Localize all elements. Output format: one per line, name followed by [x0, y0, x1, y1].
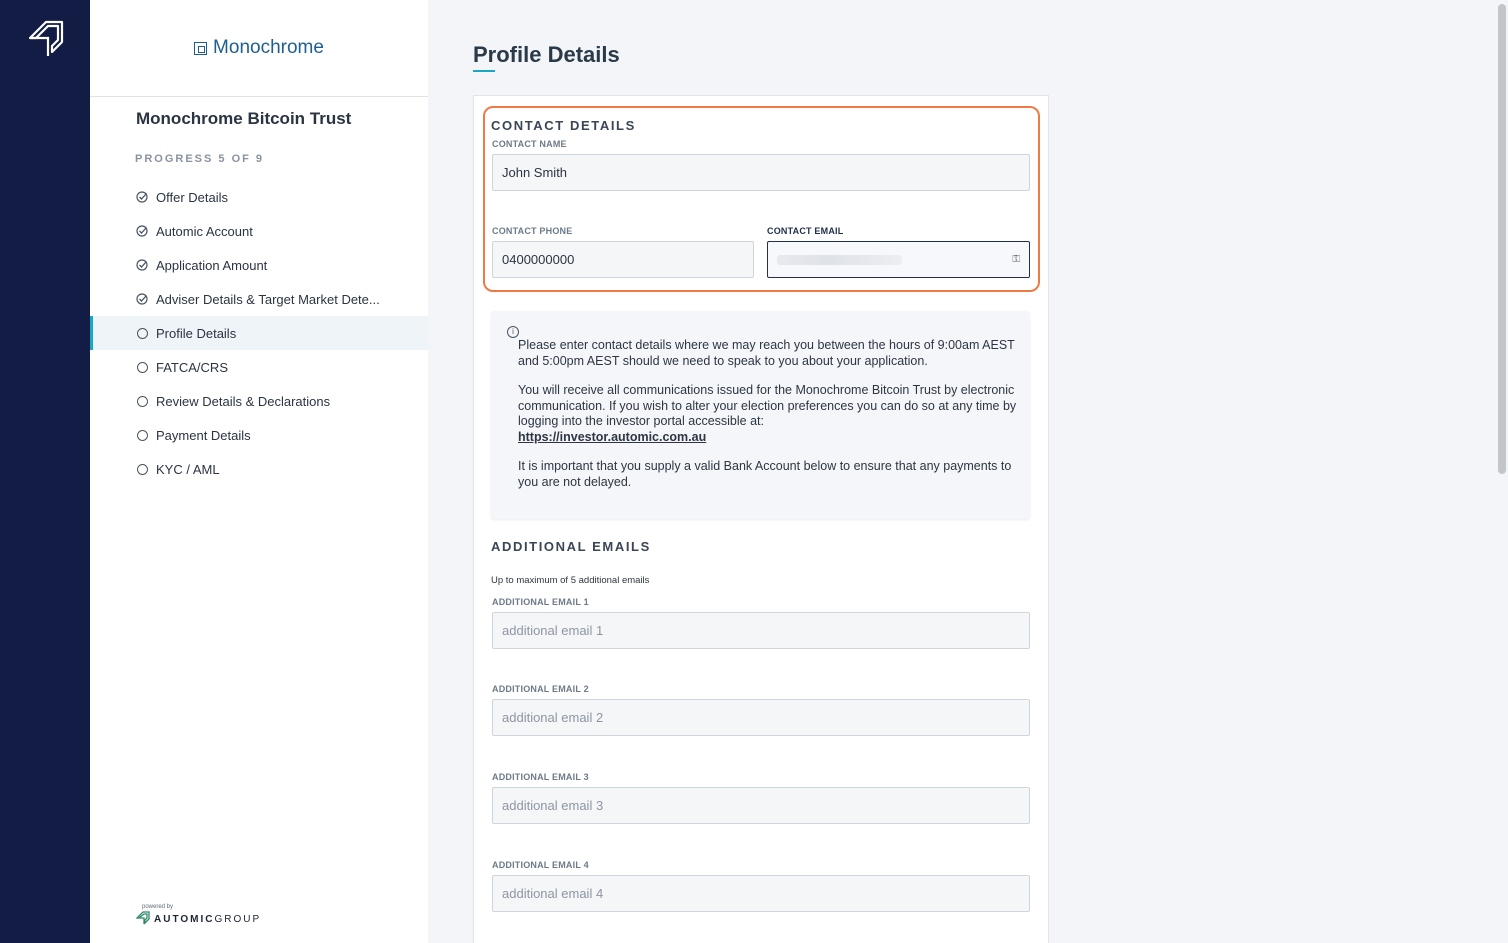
check-circle-icon	[136, 191, 148, 203]
step-adviser-details[interactable]: Adviser Details & Target Market Dete...	[90, 282, 428, 316]
monochrome-logo-icon	[194, 41, 208, 55]
step-kyc-aml[interactable]: KYC / AML	[90, 452, 428, 486]
app-rail	[0, 0, 90, 943]
additional-email-1-input[interactable]: additional email 1	[492, 612, 1030, 649]
additional-emails-heading: ADDITIONAL EMAILS	[491, 539, 651, 554]
circle-icon	[136, 327, 148, 339]
step-automic-account[interactable]: Automic Account	[90, 214, 428, 248]
circle-icon	[136, 361, 148, 373]
step-application-amount[interactable]: Application Amount	[90, 248, 428, 282]
step-payment-details[interactable]: Payment Details	[90, 418, 428, 452]
additional-email-3-label: ADDITIONAL EMAIL 3	[492, 772, 589, 782]
circle-icon	[136, 463, 148, 475]
autofill-key-icon[interactable]: ⚿	[1012, 254, 1020, 265]
step-profile-details[interactable]: Profile Details	[90, 316, 428, 350]
powered-by-text: powered by	[142, 904, 174, 910]
progress-sidebar: Monochrome Monochrome Bitcoin Trust PROG…	[90, 0, 428, 943]
info-paragraph-3: It is important that you supply a valid …	[518, 459, 1012, 489]
contact-info-notice: i Please enter contact details where we …	[491, 311, 1030, 519]
additional-email-3-input[interactable]: additional email 3	[492, 787, 1030, 824]
title-underline	[473, 70, 495, 72]
progress-indicator: PROGRESS 5 OF 9	[135, 153, 265, 165]
circle-icon	[136, 395, 148, 407]
brand-name: Monochrome	[213, 37, 324, 58]
powered-by-brand: AUTOMIC	[154, 914, 215, 925]
additional-email-4-input[interactable]: additional email 4	[492, 875, 1030, 912]
step-label: KYC / AML	[156, 461, 220, 477]
step-label: Offer Details	[156, 189, 229, 205]
check-circle-icon	[136, 225, 148, 237]
step-list: Offer Details Automic Account Applicatio…	[90, 180, 428, 486]
step-label: Review Details & Declarations	[156, 393, 331, 409]
page-title: Profile Details	[473, 42, 620, 67]
info-icon: i	[507, 326, 519, 338]
contact-email-field[interactable]: ⚿	[767, 241, 1030, 278]
additional-email-2-input[interactable]: additional email 2	[492, 699, 1030, 736]
automic-logo-icon[interactable]	[26, 18, 66, 58]
additional-email-1-label: ADDITIONAL EMAIL 1	[492, 597, 589, 607]
info-paragraph-2-text: You will receive all communications issu…	[518, 383, 1017, 428]
check-circle-icon	[136, 293, 148, 305]
brand-header: Monochrome	[90, 0, 428, 97]
trust-name: Monochrome Bitcoin Trust	[136, 109, 352, 128]
powered-by-suffix: GROUP	[214, 914, 262, 925]
powered-by-logo: powered by AUTOMICGROUP	[136, 904, 262, 925]
contact-name-field[interactable]: John Smith	[492, 154, 1030, 191]
step-offer-details[interactable]: Offer Details	[90, 180, 428, 214]
contact-name-label: CONTACT NAME	[492, 139, 567, 149]
check-circle-icon	[136, 259, 148, 271]
info-paragraph-2: You will receive all communications issu…	[518, 383, 1018, 445]
additional-emails-helper: Up to maximum of 5 additional emails	[491, 575, 650, 586]
contact-phone-label: CONTACT PHONE	[492, 226, 573, 236]
redacted-email-value	[777, 254, 902, 265]
step-label: Adviser Details & Target Market Dete...	[156, 291, 380, 307]
info-paragraph-1: Please enter contact details where we ma…	[518, 338, 1015, 368]
step-label: FATCA/CRS	[156, 359, 228, 375]
step-label: Application Amount	[156, 257, 268, 273]
step-label: Profile Details	[156, 325, 237, 341]
automic-mark-icon	[136, 911, 150, 925]
step-review-declarations[interactable]: Review Details & Declarations	[90, 384, 428, 418]
step-label: Payment Details	[156, 427, 251, 443]
page-scrollbar[interactable]	[1498, 4, 1506, 474]
contact-email-label: CONTACT EMAIL	[767, 226, 844, 236]
contact-details-heading: CONTACT DETAILS	[491, 118, 636, 133]
step-label: Automic Account	[156, 223, 253, 239]
investor-portal-link[interactable]: https://investor.automic.com.au	[518, 430, 706, 444]
contact-phone-field[interactable]: 0400000000	[492, 241, 754, 278]
circle-icon	[136, 429, 148, 441]
step-fatca-crs[interactable]: FATCA/CRS	[90, 350, 428, 384]
additional-email-2-label: ADDITIONAL EMAIL 2	[492, 684, 589, 694]
additional-email-4-label: ADDITIONAL EMAIL 4	[492, 860, 589, 870]
